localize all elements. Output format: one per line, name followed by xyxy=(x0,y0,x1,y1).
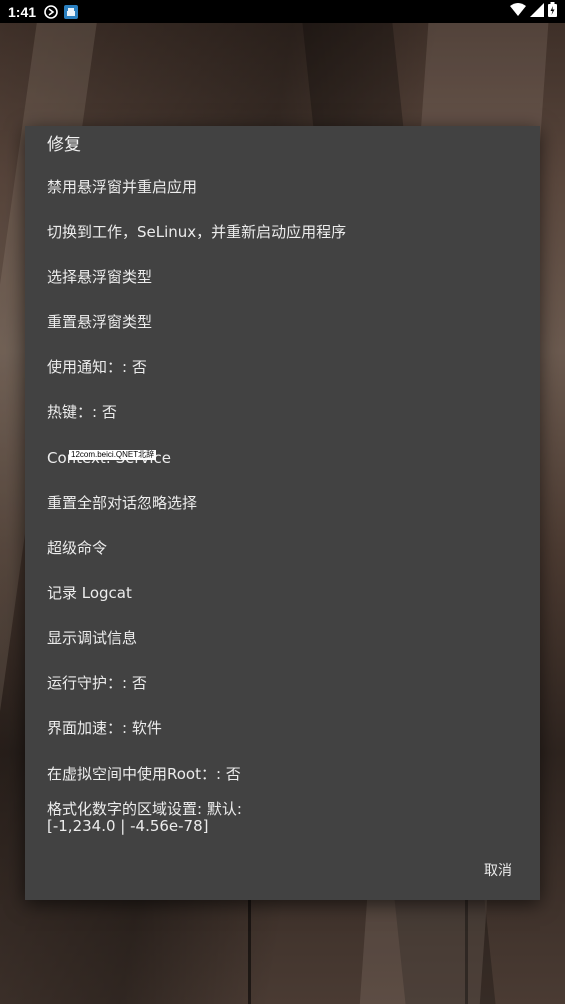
status-bar: 1:41 xyxy=(0,0,565,23)
status-icons xyxy=(510,2,557,21)
repair-dialog: 修复 禁用悬浮窗并重启应用 切换到工作，SeLinux，并重新启动应用程序 选择… xyxy=(25,126,540,900)
dialog-title: 修复 xyxy=(47,135,81,155)
number-format-label: 格式化数字的区域设置: 默认: xyxy=(47,800,242,818)
wifi-icon xyxy=(510,2,526,21)
notification-icon xyxy=(44,4,58,19)
menu-item-use-notification[interactable]: 使用通知：: 否 xyxy=(47,357,147,377)
menu-item-hotkey[interactable]: 热键：: 否 xyxy=(47,402,117,422)
watermark-text: 12com.beici.QNET北辞 xyxy=(69,450,157,460)
menu-item-show-debug-info[interactable]: 显示调试信息 xyxy=(47,628,137,648)
battery-icon xyxy=(548,2,557,21)
menu-item-number-format-locale[interactable]: 格式化数字的区域设置: 默认: [-1,234.0 | -4.56e-78] xyxy=(47,801,242,835)
menu-item-reset-floating-type[interactable]: 重置悬浮窗类型 xyxy=(47,312,152,332)
menu-item-super-command[interactable]: 超级命令 xyxy=(47,538,107,558)
menu-item-record-logcat[interactable]: 记录 Logcat xyxy=(47,583,132,603)
screen: 1:41 修复 禁用悬浮窗并重启应用 切换到工作，SeLinux，并重新启动应用… xyxy=(0,0,565,1004)
signal-icon xyxy=(530,2,544,21)
menu-item-disable-floating-restart[interactable]: 禁用悬浮窗并重启应用 xyxy=(47,177,197,197)
status-time: 1:41 xyxy=(8,3,37,20)
menu-item-root-in-virtual-space[interactable]: 在虚拟空间中使用Root：: 否 xyxy=(47,764,241,784)
app-icon xyxy=(64,4,79,19)
menu-item-ui-acceleration[interactable]: 界面加速：: 软件 xyxy=(47,718,162,738)
cancel-button[interactable]: 取消 xyxy=(484,862,512,880)
menu-item-run-daemon[interactable]: 运行守护：: 否 xyxy=(47,673,147,693)
menu-item-switch-work-selinux[interactable]: 切换到工作，SeLinux，并重新启动应用程序 xyxy=(47,222,346,242)
menu-item-select-floating-type[interactable]: 选择悬浮窗类型 xyxy=(47,267,152,287)
number-format-example: [-1,234.0 | -4.56e-78] xyxy=(47,817,209,835)
menu-item-reset-dialog-ignore[interactable]: 重置全部对话忽略选择 xyxy=(47,493,197,513)
